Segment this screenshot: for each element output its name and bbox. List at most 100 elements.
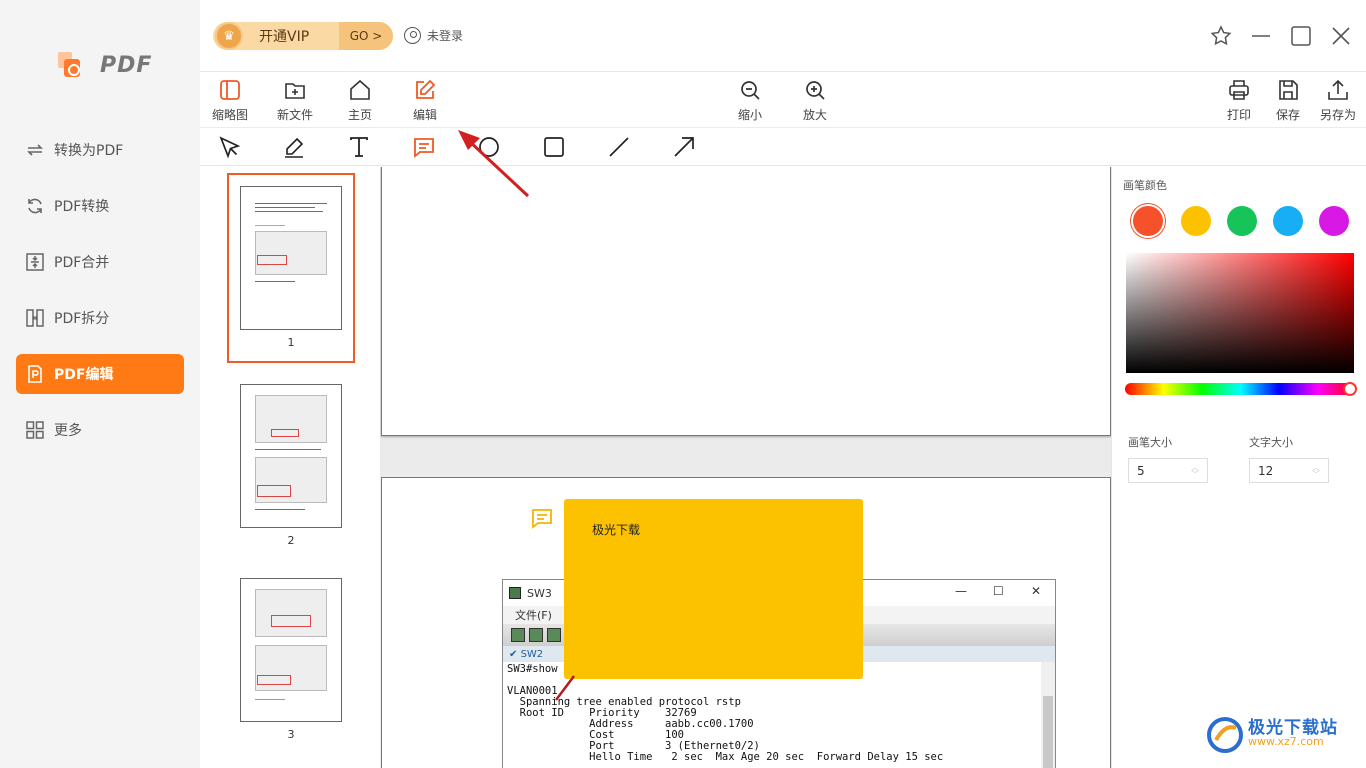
pen-icon	[285, 137, 304, 158]
line-tool[interactable]	[606, 134, 632, 160]
text-t-icon	[350, 137, 368, 157]
title-bar: ♛ 开通VIP GO > 未登录	[200, 0, 1366, 72]
color-swatch-green[interactable]	[1227, 206, 1257, 236]
sidebar-item-label: PDF转换	[54, 199, 110, 215]
edit-pencil-icon	[416, 79, 436, 99]
sidebar-panel-icon	[220, 80, 240, 100]
pdf-page-2[interactable]: SW3 — ☐ ✕ 文件(F) ) ✔ SW2 SW3#show​VLAN000…	[381, 477, 1111, 768]
zoom-in-button[interactable]: 放大	[785, 78, 845, 123]
convert-arrows-icon	[24, 139, 46, 161]
comment-note-popup[interactable]: 极光下载	[564, 499, 863, 679]
save-as-label: 另存为	[1319, 108, 1356, 122]
text-size-stepper[interactable]: 12 ︿ ﹀	[1249, 458, 1329, 483]
home-icon	[350, 79, 370, 100]
zoom-out-button[interactable]: 缩小	[720, 78, 780, 123]
home-label: 主页	[347, 108, 372, 122]
zoom-out-label: 缩小	[737, 108, 762, 122]
sidebar-item-label: 转换为PDF	[54, 143, 124, 159]
crown-icon: ♛	[215, 22, 243, 50]
pen-size-value: 5	[1137, 463, 1145, 478]
close-button[interactable]	[1327, 22, 1355, 50]
thumbnail-number: 2	[287, 534, 295, 547]
sidebar: PDF 转换为PDF PDF转换 PDF合并 PDF拆分 PDF编辑 更多	[0, 0, 200, 768]
new-file-button[interactable]: 新文件	[265, 78, 325, 123]
logo-icon	[56, 50, 86, 80]
thumbnail-number: 1	[287, 336, 295, 349]
sidebar-item-convert-to-pdf[interactable]: 转换为PDF	[16, 130, 184, 170]
pdf-page-1[interactable]	[381, 167, 1111, 436]
sidebar-item-label: PDF合并	[54, 255, 110, 271]
login-label: 未登录	[427, 29, 464, 43]
grid-icon	[24, 419, 46, 441]
document-viewer[interactable]: SW3 — ☐ ✕ 文件(F) ) ✔ SW2 SW3#show​VLAN000…	[380, 167, 1111, 768]
comment-marker-icon[interactable]	[530, 506, 554, 530]
color-swatch-blue[interactable]	[1273, 206, 1303, 236]
text-size-label: 文字大小	[1249, 436, 1293, 449]
arrow-tool[interactable]	[671, 134, 697, 160]
thumbnail-button[interactable]: 缩略图	[200, 78, 260, 123]
text-tool[interactable]	[346, 134, 372, 160]
color-swatch-purple[interactable]	[1319, 206, 1349, 236]
stepper-arrows-icon[interactable]: ︿ ﹀	[1312, 463, 1320, 478]
vip-button[interactable]: ♛ 开通VIP GO >	[213, 22, 393, 50]
hue-slider[interactable]	[1125, 382, 1357, 396]
pen-size-label: 画笔大小	[1128, 436, 1172, 449]
pen-tool[interactable]	[281, 134, 307, 160]
edit-document-icon	[24, 363, 46, 385]
comment-note-text[interactable]: 极光下载	[592, 523, 640, 537]
save-as-button[interactable]: 另存为	[1308, 78, 1366, 123]
sidebar-item-pdf-edit[interactable]: PDF编辑	[16, 354, 184, 394]
sidebar-item-pdf-convert[interactable]: PDF转换	[16, 186, 184, 226]
sidebar-item-label: PDF拆分	[54, 311, 110, 327]
properties-panel: 画笔颜色 画笔大小 文字大小 5 ︿ ﹀ 12 ︿ ﹀	[1111, 167, 1366, 768]
favorite-star-icon[interactable]	[1207, 22, 1235, 50]
cursor-arrow-icon	[219, 136, 241, 159]
stepper-arrows-icon[interactable]: ︿ ﹀	[1191, 463, 1199, 478]
home-button[interactable]: 主页	[330, 78, 390, 123]
rectangle-tool[interactable]	[541, 134, 567, 160]
thumbnail-page-3[interactable]	[240, 578, 342, 722]
app-window: PDF 转换为PDF PDF转换 PDF合并 PDF拆分 PDF编辑 更多 ♛ …	[0, 0, 1366, 768]
thumbnail-number: 3	[287, 728, 295, 741]
zoom-out-icon	[741, 81, 760, 100]
new-file-label: 新文件	[276, 108, 313, 122]
app-logo: PDF	[56, 50, 152, 80]
pen-color-label: 画笔颜色	[1123, 179, 1167, 192]
terminal-app-icon	[509, 587, 521, 599]
rectangle-icon	[544, 137, 564, 157]
watermark-name: 极光下载站	[1248, 718, 1338, 738]
line-icon	[609, 137, 629, 157]
vip-go-button[interactable]: GO >	[339, 22, 393, 50]
color-swatch-orange[interactable]	[1133, 206, 1163, 236]
watermark-url: www.xz7.com	[1248, 735, 1324, 748]
sidebar-item-more[interactable]: 更多	[16, 410, 184, 450]
vip-label: 开通VIP	[259, 29, 310, 45]
sidebar-item-label: PDF编辑	[54, 367, 114, 383]
circle-icon	[479, 137, 499, 157]
color-picker-gradient[interactable]	[1126, 253, 1354, 373]
terminal-minimize-icon: —	[955, 584, 967, 598]
color-swatch-yellow[interactable]	[1181, 206, 1211, 236]
maximize-button[interactable]	[1287, 22, 1315, 50]
circle-tool[interactable]	[476, 134, 502, 160]
logo-text: PDF	[100, 52, 153, 78]
user-icon	[404, 27, 421, 44]
sidebar-item-pdf-merge[interactable]: PDF合并	[16, 242, 184, 282]
save-label: 保存	[1275, 108, 1300, 122]
thumbnail-label: 缩略图	[211, 108, 248, 122]
split-icon	[24, 307, 46, 329]
pen-size-stepper[interactable]: 5 ︿ ﹀	[1128, 458, 1208, 483]
edit-button[interactable]: 编辑	[395, 78, 455, 123]
terminal-tab: ✔ SW2	[509, 648, 544, 660]
text-size-value: 12	[1258, 463, 1274, 478]
thumbnail-page-2[interactable]	[240, 384, 342, 528]
select-tool[interactable]	[216, 134, 242, 160]
minimize-button[interactable]	[1247, 22, 1275, 50]
terminal-title: SW3	[527, 586, 552, 600]
login-link[interactable]: 未登录	[404, 27, 463, 44]
hue-slider-handle[interactable]	[1343, 382, 1357, 396]
comment-tool[interactable]	[411, 134, 437, 160]
sidebar-item-pdf-split[interactable]: PDF拆分	[16, 298, 184, 338]
terminal-menu-file: 文件(F)	[515, 609, 552, 622]
thumbnail-page-1[interactable]	[240, 186, 342, 330]
